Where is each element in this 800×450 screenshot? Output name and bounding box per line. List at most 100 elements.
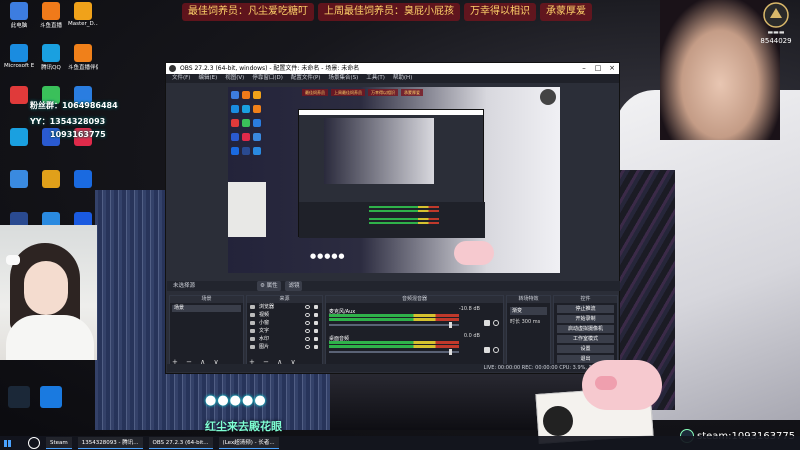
lock-icon[interactable] — [314, 313, 318, 317]
menu-edit[interactable]: 编辑(E) — [198, 74, 217, 83]
preview-desktop-icons — [228, 87, 272, 273]
preview-nested-obs — [298, 109, 485, 238]
menu-tools[interactable]: 工具(T) — [366, 74, 385, 83]
desktop-icon[interactable] — [68, 170, 98, 189]
taskbar-item-browser[interactable]: (Lex超清频) - 长者... — [218, 437, 279, 449]
obs-titlebar[interactable]: OBS 27.2.3 (64-bit, windows) - 配置文件: 未命名… — [166, 63, 619, 74]
pig-snout — [595, 376, 617, 390]
nested-meter — [369, 218, 439, 220]
preview-icon — [231, 133, 239, 141]
desktop-icon[interactable] — [36, 386, 66, 408]
desktop-icon[interactable]: Master_D... — [68, 2, 98, 27]
eye-icon[interactable] — [305, 313, 310, 317]
desktop-icon-label: 此电脑 — [10, 23, 28, 29]
source-item[interactable]: 浏览器 — [247, 303, 322, 311]
stop-streaming-button[interactable]: 停止推流 — [557, 305, 614, 313]
logo-caption: ▬▬▬ — [767, 29, 785, 36]
gear-icon[interactable] — [493, 347, 499, 353]
transition-select[interactable]: 渐变 — [510, 307, 547, 315]
scene-item[interactable]: 场景 — [172, 305, 241, 312]
nested-titlebar — [299, 110, 483, 115]
desktop-icon[interactable]: 斗鱼直播伴侣 — [68, 44, 98, 71]
menu-view[interactable]: 视图(V) — [225, 74, 244, 83]
desktop-icon[interactable]: 此电脑 — [4, 2, 34, 29]
preview-icon — [253, 119, 261, 127]
nested-meter — [369, 210, 439, 212]
eye-icon[interactable] — [305, 305, 310, 309]
source-item[interactable]: 视频 — [247, 311, 322, 319]
desktop-icon[interactable]: 斗鱼直播 — [36, 2, 66, 29]
maximize-icon[interactable]: □ — [591, 63, 605, 74]
scenes-panel: 场景 场景 + − ∧ ∨ — [169, 295, 244, 369]
taskbar-item-steam[interactable]: Steam — [46, 437, 72, 449]
menu-profile[interactable]: 配置文件(P) — [291, 74, 321, 83]
windows-icon — [3, 439, 11, 447]
minimize-icon[interactable]: – — [577, 63, 591, 74]
logo-counter: 8544029 — [760, 37, 792, 45]
desktop-icon[interactable] — [4, 170, 34, 189]
pig-sticker — [535, 360, 667, 444]
close-icon[interactable]: × — [605, 63, 619, 74]
start-button[interactable] — [0, 436, 14, 450]
volume-meter — [329, 318, 459, 321]
menu-docks[interactable]: 停靠窗口(D) — [252, 74, 283, 83]
source-item[interactable]: 文字 — [247, 327, 322, 335]
gear-icon[interactable] — [493, 320, 499, 326]
desktop-icon[interactable]: 腾讯QQ — [36, 44, 66, 71]
preview-webcam — [228, 182, 266, 237]
eye-icon[interactable] — [305, 329, 310, 333]
obs-menubar: 文件(F) 编辑(E) 视图(V) 停靠窗口(D) 配置文件(P) 场景集合(S… — [166, 74, 619, 83]
volume-slider[interactable] — [329, 351, 459, 353]
desktop-icon[interactable] — [4, 386, 34, 408]
menu-scene-collection[interactable]: 场景集合(S) — [328, 74, 358, 83]
app-icon — [10, 128, 28, 146]
lock-icon[interactable] — [314, 321, 318, 325]
preview-banner-item: 万幸得以相识 — [368, 89, 398, 96]
desktop-icon[interactable] — [4, 128, 34, 147]
source-item[interactable]: 小窗 — [247, 319, 322, 327]
banner-item: 最佳饲养员：凡尘爱吃糖叮 — [182, 3, 314, 21]
volume-slider-handle[interactable] — [449, 349, 452, 355]
lock-icon[interactable] — [314, 337, 318, 341]
desktop-icon-label: Microsoft Edge — [4, 63, 34, 69]
taskbar-item-qq[interactable]: 1354328093 - 腾讯... — [77, 437, 143, 449]
source-item[interactable]: 图片 — [247, 343, 322, 351]
pig-badge-icon — [543, 406, 573, 436]
transitions-title: 转场特效 — [507, 296, 550, 303]
start-recording-button[interactable]: 开始录制 — [557, 315, 614, 323]
desktop-icon-label: 斗鱼直播伴侣 — [68, 65, 98, 71]
desktop-icon[interactable] — [36, 170, 66, 189]
speaker-icon[interactable] — [484, 347, 490, 353]
duration-input[interactable]: 300 ms — [522, 319, 541, 325]
obs-preview[interactable]: 最佳饲养员 上周最佳饲养员 万幸得以相识 承蒙厚爱 ●●●●● — [228, 87, 560, 273]
settings-button[interactable]: 设置 — [557, 345, 614, 353]
eye-icon[interactable] — [305, 337, 310, 341]
lock-icon[interactable] — [314, 345, 318, 349]
studio-mode-button[interactable]: 工作室模式 — [557, 335, 614, 343]
menu-file[interactable]: 文件(F) — [172, 74, 190, 83]
volume-slider-handle[interactable] — [449, 322, 452, 328]
source-item[interactable]: 水印 — [247, 335, 322, 343]
eye-icon[interactable] — [305, 345, 310, 349]
properties-button[interactable]: ⚙ 属性 — [257, 281, 281, 291]
app-icon — [10, 86, 28, 104]
lock-icon[interactable] — [314, 305, 318, 309]
banner-item: 承蒙厚爱 — [540, 3, 592, 21]
speaker-icon[interactable] — [484, 320, 490, 326]
virtual-camera-button[interactable]: 启动虚拟摄像机 — [557, 325, 614, 333]
qq-line: 1093163775 — [50, 130, 106, 139]
obs-window[interactable]: OBS 27.2.3 (64-bit, windows) - 配置文件: 未命名… — [165, 62, 620, 374]
desktop-icon[interactable]: Microsoft Edge — [4, 44, 34, 69]
preview-banner-item: 最佳饲养员 — [302, 89, 328, 96]
desktop-icon-label: 腾讯QQ — [41, 65, 61, 71]
app-icon — [42, 170, 60, 188]
volume-slider[interactable] — [329, 324, 459, 326]
eye-icon[interactable] — [305, 321, 310, 325]
filters-button[interactable]: 滤镜 — [285, 281, 303, 291]
menu-help[interactable]: 帮助(H) — [393, 74, 412, 83]
dock-header-buttons: ⚙ 属性 滤镜 — [257, 281, 305, 291]
search-icon[interactable] — [28, 437, 40, 449]
lock-icon[interactable] — [314, 329, 318, 333]
taskbar-item-obs[interactable]: OBS 27.2.3 (64-bit... — [148, 437, 213, 449]
preview-icon — [231, 91, 239, 99]
